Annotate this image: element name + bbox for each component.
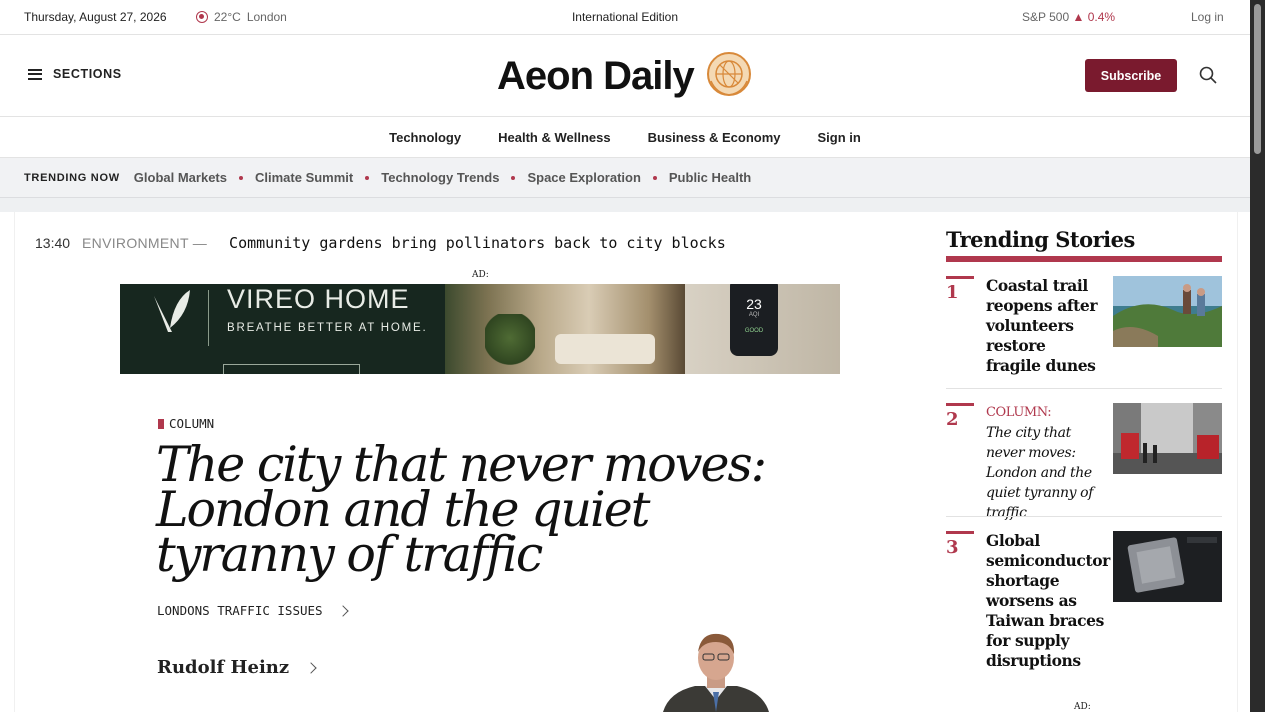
current-date: Thursday, August 27, 2026: [24, 10, 167, 24]
trending-item[interactable]: Public Health: [669, 170, 751, 185]
top-utility-bar: Thursday, August 27, 2026 22°C London In…: [0, 0, 1250, 35]
page: Thursday, August 27, 2026 22°C London In…: [0, 0, 1250, 712]
nav-item-business-economy[interactable]: Business & Economy: [648, 130, 781, 145]
trending-label: TRENDING NOW: [24, 171, 120, 184]
main-content: 13:40 ENVIRONMENT — Community gardens br…: [14, 212, 1238, 712]
air-monitor-device: 23 AQI GOOD: [730, 284, 778, 356]
device-status: GOOD: [744, 328, 764, 334]
divider-strip: [0, 198, 1250, 212]
separator-dot: [652, 175, 657, 180]
story-kicker: COLUMN:: [986, 405, 1052, 420]
search-icon[interactable]: [1199, 66, 1217, 84]
ad-room-image: [445, 284, 685, 374]
topic-label: LONDONS TRAFFIC ISSUES: [157, 603, 323, 618]
ad-tagline: BREATHE BETTER AT HOME.: [227, 322, 428, 334]
ad-brand-panel: VIREO HOME BREATHE BETTER AT HOME.: [120, 284, 445, 374]
kicker-label: COLUMN: [169, 416, 215, 431]
market-ticker[interactable]: S&P 500 ▲ 0.4%: [1022, 10, 1115, 24]
trending-item[interactable]: Global Markets: [134, 170, 227, 185]
news-ticker[interactable]: 13:40 ENVIRONMENT — Community gardens br…: [35, 234, 726, 252]
story-title[interactable]: Coastal trail reopens after volunteers r…: [986, 276, 1104, 376]
device-value: 23: [746, 296, 762, 312]
device-unit: AQI: [748, 312, 760, 318]
ad-device-image: 23 AQI GOOD: [685, 284, 840, 374]
chevron-right-icon: [305, 661, 317, 674]
ad-label: AD:: [472, 270, 489, 280]
trending-story[interactable]: 2 COLUMN: The city that never moves: Lon…: [946, 403, 1222, 521]
story-title-block[interactable]: COLUMN: The city that never moves: Londo…: [986, 403, 1104, 523]
ad-divider: [208, 290, 209, 346]
article-kicker: COLUMN: [158, 416, 214, 431]
page-scrollbar[interactable]: [1250, 0, 1265, 712]
brand-logo[interactable]: Aeon Daily: [497, 51, 752, 102]
masthead: SECTIONS Aeon Daily Subscribe: [0, 35, 1250, 117]
trending-story[interactable]: 3 Global semiconductor shortage worsens …: [946, 531, 1222, 671]
story-thumbnail[interactable]: [1113, 531, 1222, 602]
story-thumbnail[interactable]: [1113, 403, 1222, 474]
main-nav: Technology Health & Wellness Business & …: [0, 117, 1250, 158]
headline[interactable]: The city that never moves: London and th…: [156, 440, 816, 579]
sidebar-ad-label: AD:: [1074, 702, 1091, 712]
author-photo: [661, 630, 771, 712]
nav-item-technology[interactable]: Technology: [389, 130, 461, 145]
edition-switch[interactable]: International Edition: [572, 10, 678, 24]
story-rank: 1: [946, 276, 974, 303]
author-name: Rudolf Heinz: [157, 657, 290, 678]
trending-item[interactable]: Technology Trends: [381, 170, 499, 185]
story-title[interactable]: Global semiconductor shortage worsens as…: [986, 531, 1110, 671]
market-index: S&P 500: [1022, 10, 1070, 24]
hamburger-icon: [28, 68, 42, 80]
nav-item-health-wellness[interactable]: Health & Wellness: [498, 130, 610, 145]
subscribe-button[interactable]: Subscribe: [1085, 59, 1177, 92]
weather-temp: 22°C: [214, 10, 241, 24]
separator-dot: [365, 175, 370, 180]
sofa-image: [555, 334, 655, 364]
ticker-time: 13:40: [35, 235, 71, 251]
sun-icon: [196, 11, 208, 23]
separator-dot: [511, 175, 516, 180]
weather-widget[interactable]: 22°C London: [196, 10, 287, 24]
advertisement-banner[interactable]: VIREO HOME BREATHE BETTER AT HOME. 23 AQ…: [120, 284, 840, 374]
story-rank: 2: [946, 403, 974, 430]
leaf-logo-icon: [150, 288, 194, 341]
story-rank: 3: [946, 531, 974, 558]
market-change: ▲ 0.4%: [1072, 10, 1116, 24]
scrollbar-thumb[interactable]: [1254, 4, 1261, 154]
sidebar-rule: [946, 256, 1222, 262]
ad-brand-name: VIREO HOME: [227, 284, 410, 314]
ticker-section: ENVIRONMENT —: [82, 235, 208, 251]
sections-menu-button[interactable]: SECTIONS: [28, 67, 122, 81]
story-thumbnail[interactable]: [1113, 276, 1222, 347]
login-link[interactable]: Log in: [1191, 10, 1224, 24]
sections-label: SECTIONS: [53, 67, 122, 81]
trending-now-bar: TRENDING NOW Global Markets Climate Summ…: [0, 158, 1250, 198]
kicker-marker: [158, 418, 164, 429]
trending-story[interactable]: 1 Coastal trail reopens after volunteers…: [946, 276, 1222, 389]
ticker-headline[interactable]: Community gardens bring pollinators back…: [229, 234, 726, 252]
ad-cta-button[interactable]: [223, 364, 360, 374]
brand-name: Aeon Daily: [497, 54, 695, 98]
author-link[interactable]: Rudolf Heinz: [157, 657, 317, 678]
story-title: The city that never moves: London and th…: [986, 425, 1093, 521]
nav-item-sign-in[interactable]: Sign in: [818, 130, 861, 145]
story-divider: [946, 516, 1222, 517]
trending-item[interactable]: Climate Summit: [255, 170, 353, 185]
separator-dot: [239, 175, 243, 180]
topic-link[interactable]: LONDONS TRAFFIC ISSUES: [157, 603, 349, 618]
plant-image: [485, 314, 535, 374]
trending-item[interactable]: Space Exploration: [527, 170, 640, 185]
sidebar-title: Trending Stories: [946, 227, 1135, 252]
chevron-right-icon: [336, 604, 349, 617]
globe-emblem-icon: [706, 51, 752, 102]
weather-city: London: [246, 10, 287, 24]
story-divider: [946, 388, 1222, 389]
